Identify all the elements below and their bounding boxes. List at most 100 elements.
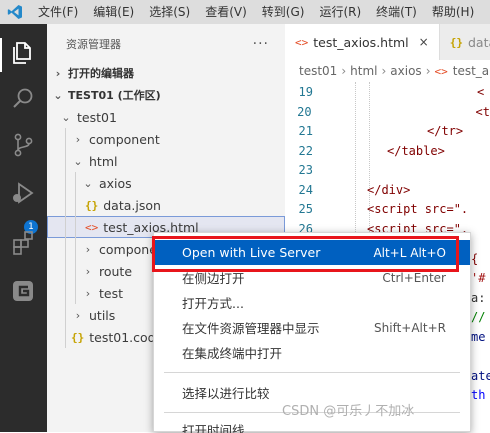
menu-item-open-in-terminal[interactable]: 在集成终端中打开 bbox=[154, 340, 470, 365]
menu-item-open-timeline[interactable]: 打开时间线 bbox=[154, 420, 470, 433]
chevron-down-icon: ⌄ bbox=[53, 88, 63, 102]
menu-item-open-to-side[interactable]: 在侧边打开 Ctrl+Enter bbox=[154, 265, 470, 290]
code-line: 20 <t bbox=[285, 102, 490, 122]
menu-item-label: Open with Live Server bbox=[182, 245, 321, 260]
breadcrumb-item[interactable]: axios bbox=[390, 64, 421, 78]
tab-data-json[interactable]: {} data.j bbox=[438, 24, 490, 60]
indent-guide bbox=[75, 172, 76, 194]
menu-item-reveal-in-explorer[interactable]: 在文件资源管理器中显示 Shift+Alt+R bbox=[154, 315, 470, 340]
html-file-icon: <> bbox=[295, 35, 309, 49]
indent-guide bbox=[75, 216, 76, 238]
gitee-icon[interactable] bbox=[8, 276, 38, 306]
menu-item-open-live-server[interactable]: Open with Live Server Alt+L Alt+O bbox=[154, 240, 470, 265]
tab-test-axios[interactable]: <> test_axios.html × bbox=[285, 24, 439, 60]
code-line: 22 </table> bbox=[285, 141, 490, 161]
indent-guide bbox=[65, 326, 66, 348]
breadcrumb-item[interactable]: test_a bbox=[453, 64, 489, 78]
menu-separator bbox=[164, 372, 460, 373]
menu-selection[interactable]: 选择(S) bbox=[141, 0, 197, 24]
folder-html[interactable]: ⌄ html bbox=[47, 150, 285, 172]
sidebar-header: 资源管理器 ··· bbox=[47, 24, 285, 64]
workspace-section[interactable]: ⌄ TEST01 (工作区) bbox=[47, 84, 285, 106]
indent-guide bbox=[65, 260, 66, 282]
files-icon[interactable] bbox=[8, 38, 38, 68]
breadcrumb-item[interactable]: html bbox=[350, 64, 377, 78]
code-fragment: // bbox=[471, 309, 486, 324]
source-control-icon[interactable] bbox=[8, 130, 38, 160]
menu-help[interactable]: 帮助(H) bbox=[424, 0, 481, 24]
code-fragment: ate bbox=[471, 368, 490, 383]
close-icon[interactable]: × bbox=[419, 35, 429, 49]
breadcrumb-item[interactable]: test01 bbox=[299, 64, 337, 78]
line-number: 21 bbox=[298, 123, 313, 138]
open-editors-section[interactable]: › 打开的编辑器 bbox=[47, 62, 285, 84]
breadcrumb: test01 › html › axios › <> test_a bbox=[285, 60, 490, 82]
chevron-right-icon: › bbox=[85, 264, 91, 278]
menu-item-label: 选择以进行比较 bbox=[182, 386, 270, 401]
menu-item-label: 在文件资源管理器中显示 bbox=[182, 321, 320, 336]
menu-item-open-with[interactable]: 打开方式... bbox=[154, 290, 470, 315]
chevron-right-icon: › bbox=[425, 64, 431, 78]
extensions-icon[interactable] bbox=[8, 228, 38, 258]
tab-label: test_axios.html bbox=[313, 34, 409, 50]
menu-terminal[interactable]: 终端(T) bbox=[368, 0, 424, 24]
menu-file[interactable]: 文件(F) bbox=[30, 0, 85, 24]
tree-label: html bbox=[89, 153, 118, 169]
tree-label: axios bbox=[99, 175, 132, 191]
chevron-right-icon: › bbox=[341, 64, 347, 78]
line-number: 23 bbox=[298, 162, 313, 177]
line-number: 19 bbox=[298, 84, 313, 99]
search-icon[interactable] bbox=[8, 84, 38, 114]
vscode-logo-icon bbox=[0, 0, 30, 24]
indent-guide bbox=[65, 128, 66, 150]
more-actions-icon[interactable]: ··· bbox=[253, 36, 269, 52]
code-text: <script src=". bbox=[367, 201, 469, 216]
folder-axios[interactable]: ⌄ axios bbox=[47, 172, 285, 194]
chevron-down-icon: ⌄ bbox=[61, 110, 71, 124]
file-data-json[interactable]: {} data.json bbox=[47, 194, 285, 216]
activity-bar: 1 bbox=[0, 24, 47, 432]
active-view-marker bbox=[0, 38, 2, 72]
menu-item-label: 打开时间线 bbox=[182, 423, 245, 433]
json-file-icon: {} bbox=[449, 35, 463, 49]
folder-test01[interactable]: ⌄ test01 bbox=[47, 106, 285, 128]
code-fragment: me bbox=[471, 329, 486, 344]
chevron-right-icon: › bbox=[75, 308, 81, 322]
tree-label: test bbox=[99, 285, 124, 301]
menu-item-shortcut: Shift+Alt+R bbox=[374, 320, 446, 335]
code-fragment: th bbox=[471, 387, 486, 402]
menu-item-label: 打开方式... bbox=[182, 296, 244, 311]
section-label: TEST01 (工作区) bbox=[68, 89, 161, 102]
menu-run[interactable]: 运行(R) bbox=[311, 0, 368, 24]
chevron-down-icon: ⌄ bbox=[73, 154, 83, 168]
menu-edit[interactable]: 编辑(E) bbox=[85, 0, 141, 24]
line-number: 25 bbox=[298, 201, 313, 216]
indent-guide bbox=[75, 260, 76, 282]
indent-guide bbox=[65, 150, 66, 172]
html-file-icon: <> bbox=[434, 64, 448, 78]
section-label: 打开的编辑器 bbox=[68, 67, 134, 80]
menu-view[interactable]: 查看(V) bbox=[197, 0, 254, 24]
menu-go[interactable]: 转到(G) bbox=[254, 0, 312, 24]
code-fragment: a: bbox=[471, 290, 486, 305]
indent-guide bbox=[65, 216, 66, 238]
indent-guide bbox=[75, 194, 76, 216]
code-line: 19 < bbox=[285, 82, 490, 102]
tree-label: data.json bbox=[103, 197, 161, 213]
chevron-right-icon: › bbox=[381, 64, 387, 78]
code-line: 25 <script src=". bbox=[285, 199, 490, 219]
code-line: 24 </div> bbox=[285, 180, 490, 200]
folder-component[interactable]: › component bbox=[47, 128, 285, 150]
watermark: CSDN @可乐丿不加冰 bbox=[282, 404, 415, 419]
code-line: 23 bbox=[285, 160, 490, 180]
html-file-icon: <> bbox=[85, 220, 99, 234]
json-file-icon: {} bbox=[71, 330, 85, 344]
run-debug-icon[interactable] bbox=[8, 178, 38, 208]
indent-guide bbox=[65, 194, 66, 216]
json-file-icon: {} bbox=[85, 198, 99, 212]
tree-label: test01 bbox=[77, 109, 117, 125]
chevron-right-icon: › bbox=[85, 242, 91, 256]
sidebar-title: 资源管理器 bbox=[66, 38, 121, 51]
code-text: </div> bbox=[367, 182, 411, 197]
code-fragment: { bbox=[471, 251, 479, 266]
